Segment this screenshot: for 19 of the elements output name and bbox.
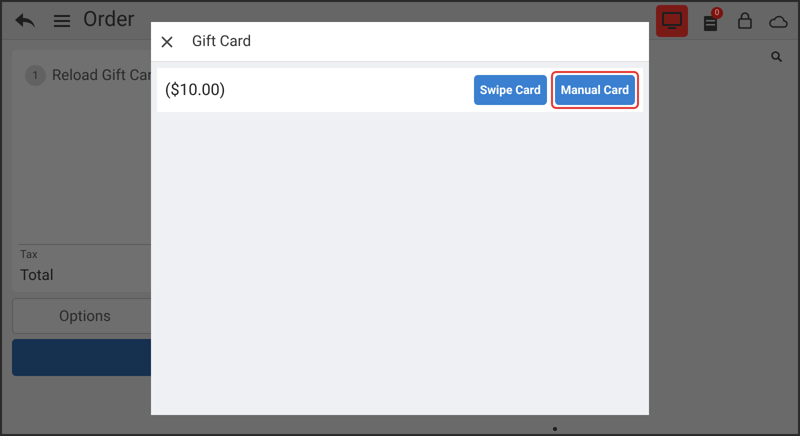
page-title: Order bbox=[83, 6, 134, 34]
close-icon[interactable] bbox=[161, 36, 173, 48]
monitor-icon bbox=[662, 12, 682, 30]
card-button[interactable]: Manual Card bbox=[554, 75, 635, 105]
orders-icon[interactable] bbox=[704, 16, 717, 30]
cloud-icon[interactable] bbox=[768, 14, 788, 28]
notification-badge: 0 bbox=[711, 6, 723, 18]
quantity-badge: 1 bbox=[25, 64, 46, 86]
item-name: Reload Gift Car bbox=[52, 65, 152, 86]
tax-label: Tax bbox=[20, 247, 38, 263]
menu-icon[interactable] bbox=[54, 14, 70, 28]
display-button[interactable] bbox=[656, 4, 688, 36]
amount-text: ($10.00) bbox=[165, 79, 226, 101]
back-icon[interactable] bbox=[14, 12, 36, 30]
card-button[interactable]: Swipe Card bbox=[474, 75, 547, 105]
lock-icon[interactable] bbox=[738, 12, 752, 29]
dialog-title: Gift Card bbox=[192, 31, 252, 52]
search-icon[interactable] bbox=[771, 51, 782, 62]
total-label: Total bbox=[20, 264, 54, 286]
